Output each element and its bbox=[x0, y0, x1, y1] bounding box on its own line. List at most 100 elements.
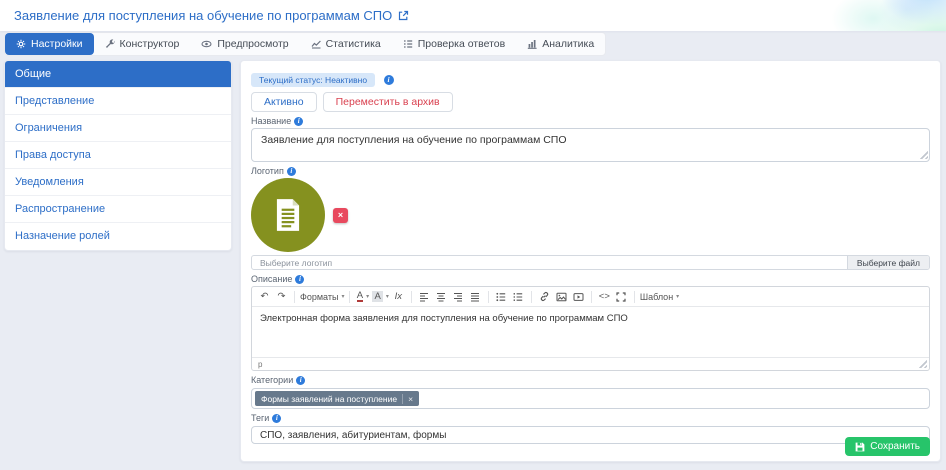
chevron-down-icon: ▾ bbox=[676, 293, 679, 300]
status-badge: Текущий статус: Неактивно bbox=[251, 73, 375, 87]
gears-icon bbox=[16, 39, 26, 49]
chart-line-icon bbox=[311, 39, 321, 49]
sidebar-item-distribution[interactable]: Распространение bbox=[5, 196, 231, 223]
wrench-icon bbox=[105, 39, 115, 49]
info-icon[interactable]: i bbox=[294, 117, 303, 126]
bg-color-a: A bbox=[372, 291, 382, 302]
tags-input[interactable] bbox=[251, 426, 930, 444]
image-button[interactable] bbox=[554, 289, 569, 305]
bar-chart-icon bbox=[527, 39, 537, 49]
tab-label: Статистика bbox=[326, 38, 381, 50]
category-chip: Формы заявлений на поступление × bbox=[255, 391, 419, 406]
header-decoration bbox=[616, 0, 946, 31]
description-editor-content[interactable]: Электронная форма заявления для поступле… bbox=[252, 307, 929, 357]
resize-handle-icon[interactable] bbox=[918, 359, 927, 368]
save-button-label: Сохранить bbox=[870, 441, 920, 452]
name-label: Название bbox=[251, 116, 291, 126]
text-color-a: A bbox=[357, 291, 363, 302]
categories-input[interactable]: Формы заявлений на поступление × bbox=[251, 388, 930, 409]
info-icon[interactable]: i bbox=[287, 167, 296, 176]
clear-formatting-button[interactable]: Ix bbox=[391, 289, 406, 305]
editor-toolbar: ↶ ↷ Форматы ▾ A ▾ A ▾ Ix bbox=[252, 287, 929, 307]
info-icon[interactable]: i bbox=[295, 275, 304, 284]
settings-sidebar: Общие Представление Ограничения Права до… bbox=[4, 60, 232, 251]
tab-label: Аналитика bbox=[542, 38, 594, 50]
tab-label: Проверка ответов bbox=[418, 38, 505, 50]
category-chip-label: Формы заявлений на поступление bbox=[261, 394, 397, 404]
background-color-button[interactable]: A ▾ bbox=[372, 289, 388, 305]
page-header: Заявление для поступления на обучение по… bbox=[0, 0, 946, 31]
choose-file-button[interactable]: Выберите файл bbox=[847, 256, 929, 269]
tab-label: Предпросмотр bbox=[217, 38, 288, 50]
editor-status-bar: p bbox=[252, 357, 929, 370]
description-editor: ↶ ↷ Форматы ▾ A ▾ A ▾ Ix bbox=[251, 286, 930, 371]
formats-dropdown[interactable]: Форматы ▾ bbox=[300, 289, 344, 305]
tab-statistics[interactable]: Статистика bbox=[300, 33, 392, 55]
formats-label: Форматы bbox=[300, 292, 338, 302]
activate-button[interactable]: Активно bbox=[251, 92, 317, 112]
categories-label-row: Категории i bbox=[251, 375, 930, 385]
chevron-down-icon: ▾ bbox=[366, 293, 369, 300]
name-label-row: Название i bbox=[251, 116, 930, 126]
general-settings-panel: Текущий статус: Неактивно i Активно Пере… bbox=[240, 60, 941, 462]
info-icon[interactable]: i bbox=[272, 414, 281, 423]
eye-icon bbox=[201, 39, 212, 49]
toolbar-separator bbox=[294, 291, 295, 303]
sidebar-item-general[interactable]: Общие bbox=[5, 61, 231, 88]
name-field-wrap: Заявление для поступления на обучение по… bbox=[251, 128, 930, 162]
align-justify-button[interactable] bbox=[468, 289, 483, 305]
text-color-button[interactable]: A ▾ bbox=[355, 289, 370, 305]
tab-constructor[interactable]: Конструктор bbox=[94, 33, 191, 55]
sidebar-item-role-assignment[interactable]: Назначение ролей bbox=[5, 223, 231, 250]
sidebar-item-access-rights[interactable]: Права доступа bbox=[5, 142, 231, 169]
link-button[interactable] bbox=[537, 289, 552, 305]
element-path: p bbox=[258, 360, 262, 369]
remove-category-icon[interactable]: × bbox=[402, 394, 413, 404]
toolbar-separator bbox=[349, 291, 350, 303]
status-buttons: Активно Переместить в архив bbox=[251, 92, 930, 112]
description-label: Описание bbox=[251, 274, 292, 284]
align-center-button[interactable] bbox=[434, 289, 449, 305]
save-button[interactable]: Сохранить bbox=[845, 437, 930, 456]
numbered-list-button[interactable] bbox=[511, 289, 526, 305]
file-placeholder: Выберите логотип bbox=[252, 256, 847, 269]
tags-label: Теги bbox=[251, 413, 269, 423]
logo-preview-wrap: × bbox=[251, 178, 930, 252]
media-button[interactable] bbox=[571, 289, 586, 305]
sidebar-item-notifications[interactable]: Уведомления bbox=[5, 169, 231, 196]
chevron-down-icon: ▾ bbox=[386, 293, 389, 300]
info-icon[interactable]: i bbox=[296, 376, 305, 385]
tab-bar: Настройки Конструктор Предпросмотр Стати… bbox=[4, 32, 606, 56]
align-right-button[interactable] bbox=[451, 289, 466, 305]
align-left-button[interactable] bbox=[417, 289, 432, 305]
page-title: Заявление для поступления на обучение по… bbox=[14, 8, 392, 23]
toolbar-separator bbox=[411, 291, 412, 303]
bullet-list-button[interactable] bbox=[494, 289, 509, 305]
tags-label-row: Теги i bbox=[251, 413, 930, 423]
tab-label: Конструктор bbox=[120, 38, 180, 50]
archive-button[interactable]: Переместить в архив bbox=[323, 92, 453, 112]
undo-button[interactable]: ↶ bbox=[257, 289, 272, 305]
remove-logo-button[interactable]: × bbox=[333, 208, 348, 223]
template-label: Шаблон bbox=[640, 292, 673, 302]
floppy-disk-icon bbox=[855, 442, 865, 452]
fullscreen-button[interactable] bbox=[614, 289, 629, 305]
tab-settings[interactable]: Настройки bbox=[5, 33, 94, 55]
sidebar-item-restrictions[interactable]: Ограничения bbox=[5, 115, 231, 142]
redo-button[interactable]: ↷ bbox=[274, 289, 289, 305]
source-code-button[interactable]: <> bbox=[597, 289, 612, 305]
logo-file-input[interactable]: Выберите логотип Выберите файл bbox=[251, 255, 930, 270]
toolbar-separator bbox=[531, 291, 532, 303]
list-check-icon bbox=[403, 39, 413, 49]
info-icon[interactable]: i bbox=[384, 75, 394, 85]
template-dropdown[interactable]: Шаблон ▾ bbox=[640, 289, 679, 305]
name-textarea[interactable]: Заявление для поступления на обучение по… bbox=[251, 128, 930, 162]
logo-label-row: Логотип i bbox=[251, 166, 930, 176]
tab-analytics[interactable]: Аналитика bbox=[516, 33, 605, 55]
external-link-icon[interactable] bbox=[398, 10, 409, 21]
toolbar-separator bbox=[591, 291, 592, 303]
sidebar-item-presentation[interactable]: Представление bbox=[5, 88, 231, 115]
tab-answers-check[interactable]: Проверка ответов bbox=[392, 33, 516, 55]
document-icon bbox=[269, 196, 307, 234]
tab-preview[interactable]: Предпросмотр bbox=[190, 33, 299, 55]
